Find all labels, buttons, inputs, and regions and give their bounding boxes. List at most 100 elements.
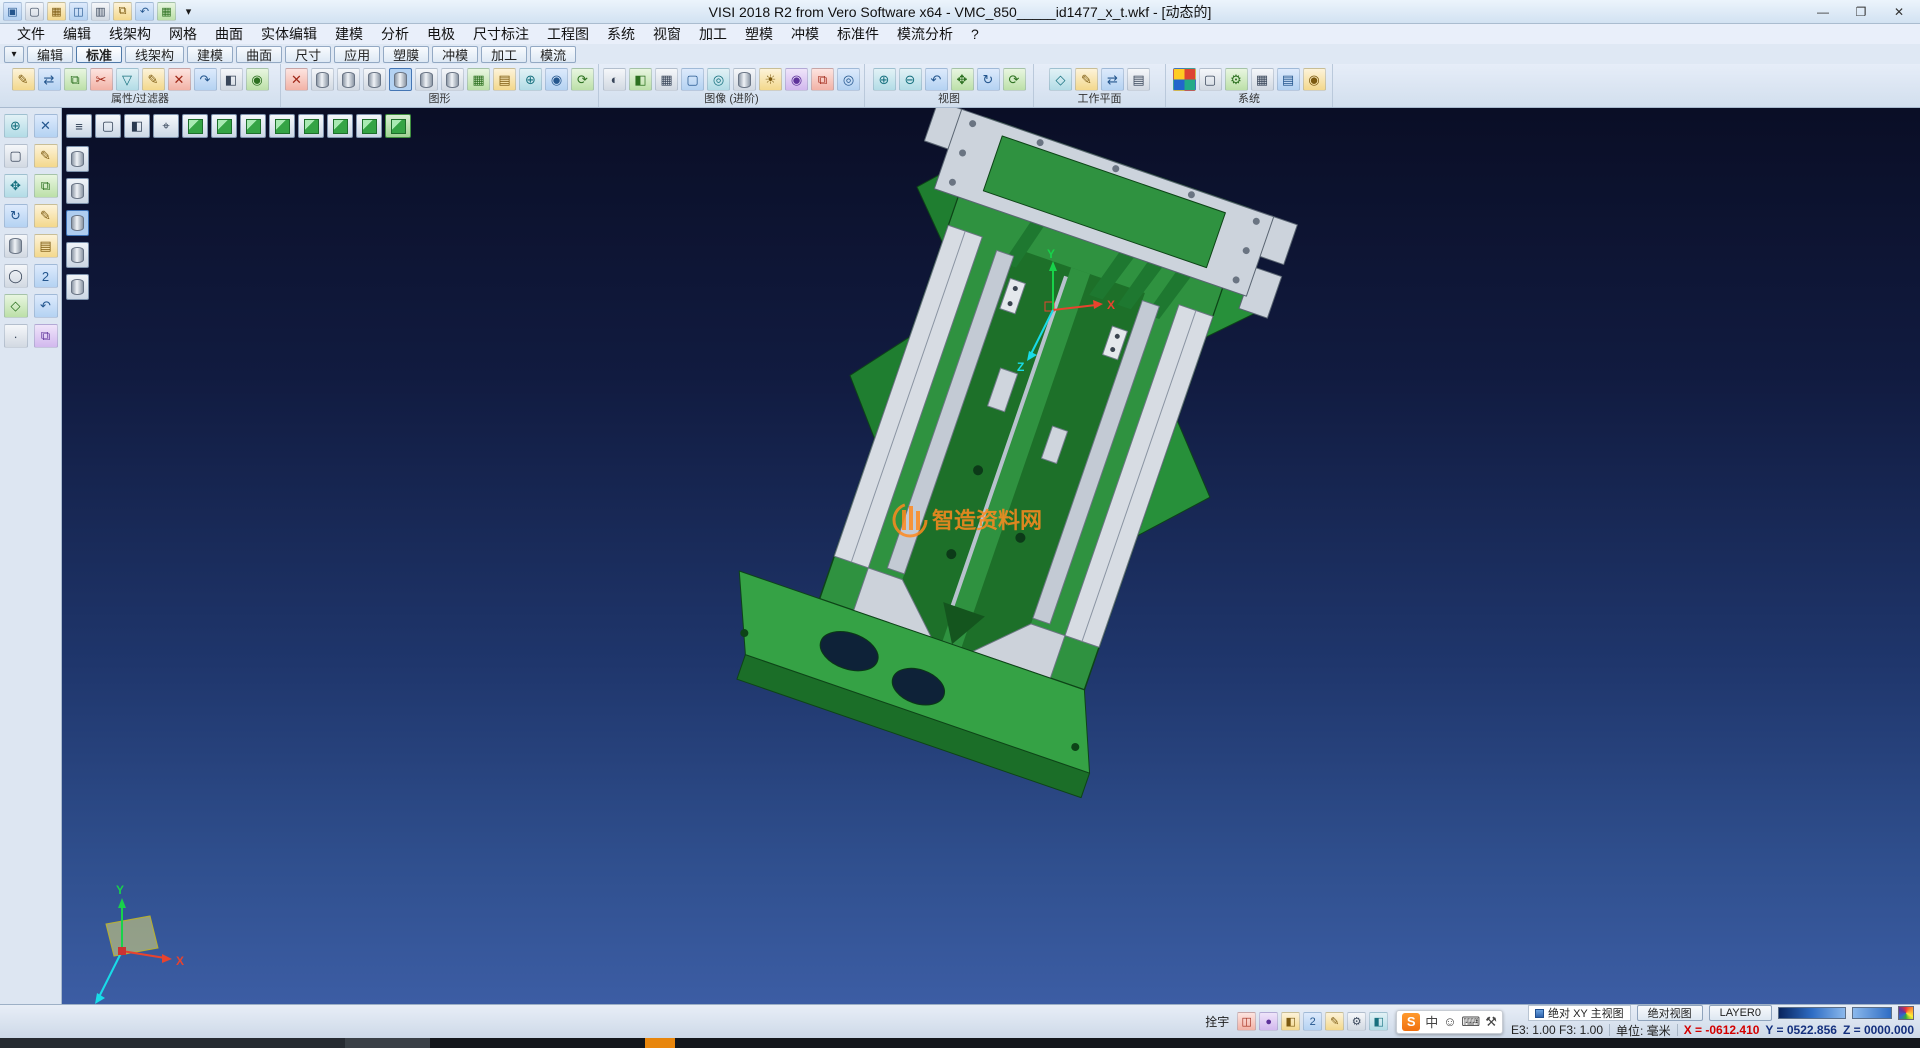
ime-keyboard-icon[interactable] <box>1462 1014 1481 1030</box>
package-icon[interactable] <box>1281 1012 1300 1031</box>
copy-element-icon[interactable] <box>34 324 58 348</box>
filter-layer-icon-1[interactable] <box>66 146 89 172</box>
layer-cylinder-icon-2[interactable] <box>337 68 360 91</box>
menu-drawing[interactable]: 工程图 <box>538 24 598 44</box>
rotate-element-icon[interactable] <box>4 204 28 228</box>
calculator-icon[interactable] <box>1277 68 1300 91</box>
zoom-previous-icon[interactable] <box>925 68 948 91</box>
dynamic-rotate-view-icon[interactable] <box>385 114 411 138</box>
select-target-icon[interactable] <box>153 114 179 138</box>
copy-attributes-icon[interactable] <box>64 68 87 91</box>
align-workplane-icon[interactable] <box>1101 68 1124 91</box>
sogou-logo-icon[interactable]: S <box>1402 1013 1420 1031</box>
system-info-icon[interactable] <box>1303 68 1326 91</box>
menu-system[interactable]: 系统 <box>598 24 644 44</box>
menu-moldflow[interactable]: 模流分析 <box>888 24 962 44</box>
menu-analysis[interactable]: 分析 <box>372 24 418 44</box>
workplane-manager-icon[interactable] <box>1127 68 1150 91</box>
circle-tool-icon[interactable] <box>4 264 28 288</box>
erase-graphics-icon[interactable] <box>285 68 308 91</box>
sketch-pencil-icon[interactable] <box>34 144 58 168</box>
tab-edit[interactable]: 编辑 <box>27 46 73 63</box>
palette-icon[interactable] <box>1898 1006 1914 1020</box>
layer-button[interactable]: LAYER0 <box>1709 1005 1772 1021</box>
filter-layer-icon-5[interactable] <box>66 274 89 300</box>
filter-layer-icon-4[interactable] <box>66 242 89 268</box>
transparency-icon[interactable] <box>707 68 730 91</box>
mirror-element-icon[interactable] <box>34 174 58 198</box>
close-button[interactable]: ✕ <box>1881 2 1917 22</box>
edit-filter-icon[interactable] <box>142 68 165 91</box>
refresh-view-icon[interactable] <box>1003 68 1026 91</box>
select-filter-icon[interactable] <box>246 68 269 91</box>
layer-cylinder-icon-3[interactable] <box>363 68 386 91</box>
filter-layer-icon-3[interactable] <box>66 210 89 236</box>
ime-lang-icon[interactable]: 中 <box>1425 1012 1438 1031</box>
3d-viewport[interactable]: Y X Z 智造资料网 Y <box>62 108 1920 1004</box>
tab-surface[interactable]: 曲面 <box>236 46 282 63</box>
new-file-icon[interactable] <box>25 2 44 21</box>
pan-view-icon[interactable] <box>951 68 974 91</box>
color-scale-strip[interactable] <box>1778 1007 1846 1019</box>
move-to-layer-icon[interactable] <box>415 68 438 91</box>
undo-icon[interactable] <box>135 2 154 21</box>
menu-edit[interactable]: 编辑 <box>54 24 100 44</box>
redo-attributes-icon[interactable] <box>194 68 217 91</box>
copy-icon[interactable] <box>113 2 132 21</box>
workplane-icon[interactable] <box>1049 68 1072 91</box>
menu-electrode[interactable]: 电极 <box>418 24 464 44</box>
save-icon[interactable] <box>69 2 88 21</box>
filter-icon[interactable] <box>116 68 139 91</box>
bottom-view-icon[interactable] <box>356 114 382 138</box>
edit-workplane-icon[interactable] <box>1075 68 1098 91</box>
back-view-icon[interactable] <box>327 114 353 138</box>
grid-icon[interactable] <box>157 2 176 21</box>
menu-machining[interactable]: 加工 <box>690 24 736 44</box>
tab-stamping[interactable]: 冲模 <box>432 46 478 63</box>
right-view-icon[interactable] <box>269 114 295 138</box>
menu-dimension[interactable]: 尺寸标注 <box>464 24 538 44</box>
color-scale-strip-2[interactable] <box>1852 1007 1892 1019</box>
menu-file[interactable]: 文件 <box>8 24 54 44</box>
notes-icon[interactable] <box>34 234 58 258</box>
annotate-icon[interactable] <box>1325 1012 1344 1031</box>
match-attributes-icon[interactable] <box>38 68 61 91</box>
absolute-view-button[interactable]: 绝对视图 <box>1637 1005 1703 1021</box>
lighting-icon[interactable] <box>759 68 782 91</box>
tab-application[interactable]: 应用 <box>334 46 380 63</box>
color-table-icon[interactable] <box>1173 68 1196 91</box>
layer-stack-icon[interactable] <box>4 234 28 258</box>
select-window-icon[interactable] <box>4 144 28 168</box>
preview-glasses-icon[interactable] <box>603 68 626 91</box>
taskbar-edge[interactable] <box>0 1038 1920 1048</box>
left-view-icon[interactable] <box>298 114 324 138</box>
3d-model-canvas[interactable]: Y X Z 智造资料网 Y <box>62 108 1920 1004</box>
delete-element-icon[interactable] <box>34 114 58 138</box>
database-edit-icon[interactable] <box>493 68 516 91</box>
group-elements-icon[interactable] <box>467 68 490 91</box>
hidden-line-icon[interactable] <box>681 68 704 91</box>
menu-surface[interactable]: 曲面 <box>206 24 252 44</box>
copy-to-layer-icon[interactable] <box>441 68 464 91</box>
filter-layer-icon-2[interactable] <box>66 178 89 204</box>
white-box-view-icon[interactable] <box>95 114 121 138</box>
menu-mold[interactable]: 塑模 <box>736 24 782 44</box>
tab-dropdown-icon[interactable] <box>4 46 24 63</box>
zoom-all-icon[interactable] <box>873 68 896 91</box>
cut-attributes-icon[interactable] <box>90 68 113 91</box>
zoom-select-icon[interactable] <box>4 114 28 138</box>
tab-standard[interactable]: 标准 <box>76 46 122 63</box>
count-badge-icon[interactable] <box>1303 1012 1322 1031</box>
move-element-icon[interactable] <box>4 174 28 198</box>
tab-modeling[interactable]: 建模 <box>187 46 233 63</box>
tab-wireframe[interactable]: 线架构 <box>125 46 184 63</box>
shaded-view-icon[interactable] <box>629 68 652 91</box>
autosave-icon[interactable] <box>1237 1012 1256 1031</box>
dimension-2d-icon[interactable] <box>34 264 58 288</box>
customize-toolbar-arrow-icon[interactable] <box>179 2 198 21</box>
visibility-icon[interactable] <box>545 68 568 91</box>
point-tool-icon[interactable] <box>4 324 28 348</box>
plane-tool-icon[interactable] <box>4 294 28 318</box>
open-folder-icon[interactable] <box>47 2 66 21</box>
view-cube-icon[interactable] <box>1369 1012 1388 1031</box>
